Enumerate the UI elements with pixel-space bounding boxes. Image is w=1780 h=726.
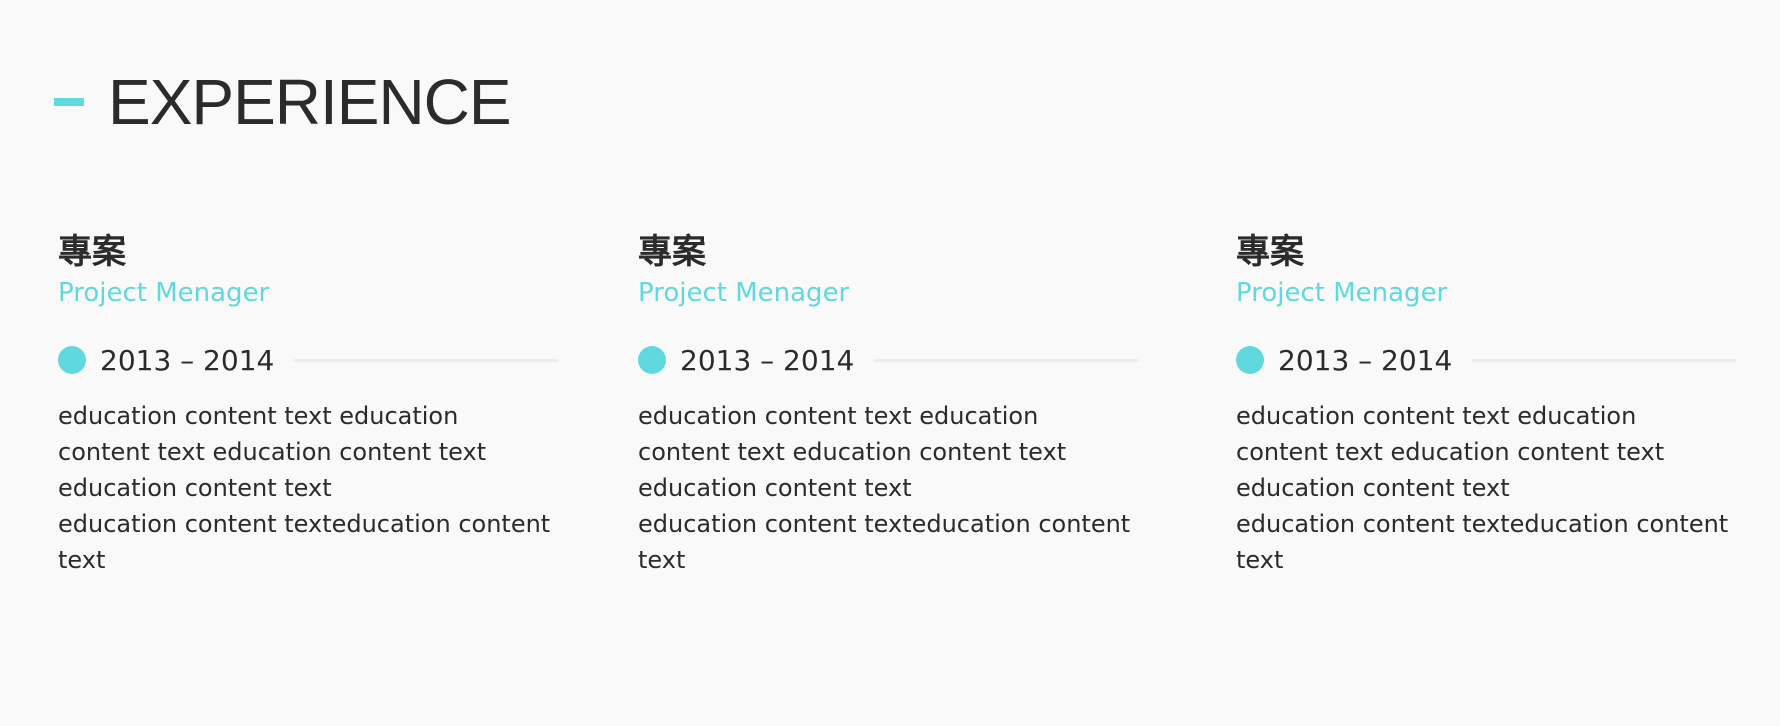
description-line: education content texteducation content — [638, 510, 1131, 538]
item-date: 2013 – 2014 — [100, 343, 275, 377]
description-line: education content texteducation content — [1236, 510, 1729, 538]
experience-item: 專案 Project Menager 2013 – 2014 education… — [58, 232, 558, 578]
item-date: 2013 – 2014 — [1278, 343, 1453, 377]
description-line: content text education content text — [58, 438, 487, 466]
description-line: education content text education — [1236, 402, 1637, 430]
divider-line — [1472, 358, 1736, 362]
description-line: education content texteducation content — [58, 510, 551, 538]
description-line: education content text education — [58, 402, 459, 430]
divider-line — [874, 358, 1138, 362]
description-line: education content text — [638, 474, 912, 502]
description-line: text — [638, 546, 686, 574]
date-row: 2013 – 2014 — [58, 342, 558, 378]
item-role: Project Menager — [58, 278, 270, 308]
divider-line — [294, 358, 558, 362]
date-row: 2013 – 2014 — [638, 342, 1138, 378]
experience-item: 專案 Project Menager 2013 – 2014 education… — [1236, 232, 1736, 578]
item-description: education content text education content… — [58, 398, 558, 578]
description-line: education content text — [58, 474, 332, 502]
description-line: text — [1236, 546, 1284, 574]
timeline-dot-icon — [638, 346, 666, 374]
description-line: text — [58, 546, 106, 574]
item-title: 專案 — [58, 232, 126, 272]
description-line: content text education content text — [1236, 438, 1665, 466]
item-role: Project Menager — [1236, 278, 1448, 308]
section-header: EXPERIENCE — [54, 64, 512, 140]
item-date: 2013 – 2014 — [680, 343, 855, 377]
date-row: 2013 – 2014 — [1236, 342, 1736, 378]
item-description: education content text education content… — [1236, 398, 1736, 578]
experience-columns: 專案 Project Menager 2013 – 2014 education… — [0, 232, 1780, 612]
experience-item: 專案 Project Menager 2013 – 2014 education… — [638, 232, 1138, 578]
accent-bar — [54, 98, 84, 106]
description-line: education content text education — [638, 402, 1039, 430]
description-line: content text education content text — [638, 438, 1067, 466]
item-role: Project Menager — [638, 278, 850, 308]
timeline-dot-icon — [1236, 346, 1264, 374]
description-line: education content text — [1236, 474, 1510, 502]
item-description: education content text education content… — [638, 398, 1138, 578]
timeline-dot-icon — [58, 346, 86, 374]
item-title: 專案 — [638, 232, 706, 272]
page-title: EXPERIENCE — [108, 66, 512, 138]
item-title: 專案 — [1236, 232, 1304, 272]
